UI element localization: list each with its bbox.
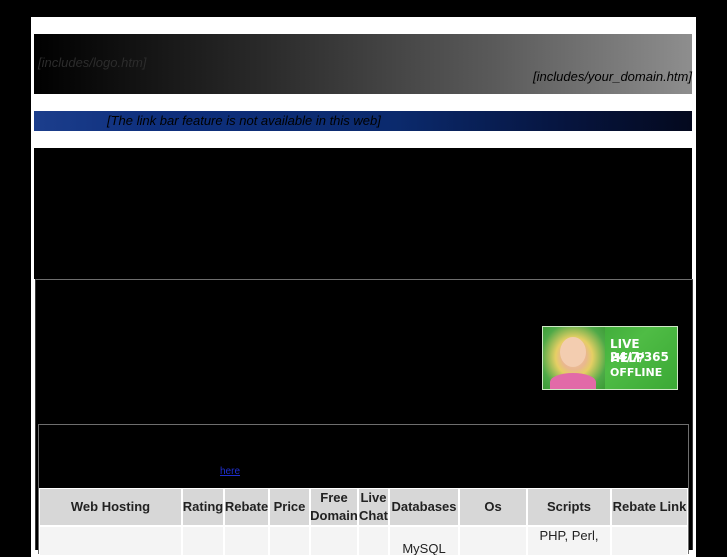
cell-web-hosting <box>39 526 182 556</box>
agent-shirt <box>550 373 596 389</box>
table-header-row: Web Hosting Rating Rebate Price Free Dom… <box>39 488 688 526</box>
col-web-hosting: Web Hosting <box>39 488 182 526</box>
col-free-domain: Free Domain <box>310 488 358 526</box>
link-bar: [The link bar feature is not available i… <box>34 111 692 131</box>
cell-live-chat <box>358 526 389 556</box>
cell-rebate-link <box>611 526 688 556</box>
col-rebate-link: Rebate Link <box>611 488 688 526</box>
black-banner-area <box>34 148 692 279</box>
col-os: Os <box>459 488 527 526</box>
cell-databases: MySQL <box>389 526 459 556</box>
col-databases: Databases <box>389 488 459 526</box>
col-price: Price <box>269 488 310 526</box>
cell-rating <box>182 526 224 556</box>
col-scripts: Scripts <box>527 488 611 526</box>
cell-rebate <box>224 526 269 556</box>
cell-price <box>269 526 310 556</box>
col-rebate: Rebate <box>224 488 269 526</box>
link-bar-notice: [The link bar feature is not available i… <box>107 113 381 128</box>
live-help-button[interactable]: LIVE HELP 24/7/365 OFFLINE <box>542 326 678 390</box>
col-live-chat: Live Chat <box>358 488 389 526</box>
header-banner: [includes/logo.htm] [includes/your_domai… <box>34 34 692 94</box>
cell-os <box>459 526 527 556</box>
table-row: MySQL PHP, Perl, <box>39 526 688 556</box>
domain-include-placeholder: [includes/your_domain.htm] <box>533 69 692 84</box>
hosting-comparison-section: here Web Hosting Rating Rebate Price Fre… <box>38 424 689 556</box>
live-help-status: OFFLINE <box>610 366 663 379</box>
agent-face <box>560 337 586 367</box>
cell-free-domain <box>310 526 358 556</box>
live-help-hours: 24/7/365 <box>610 350 669 364</box>
here-link[interactable]: here <box>220 466 240 477</box>
col-rating: Rating <box>182 488 224 526</box>
cell-scripts: PHP, Perl, <box>527 526 611 556</box>
logo-include-placeholder: [includes/logo.htm] <box>38 55 147 70</box>
headset-agent-icon <box>543 327 605 389</box>
content-panel: LIVE HELP 24/7/365 OFFLINE here Web Host… <box>35 279 693 556</box>
